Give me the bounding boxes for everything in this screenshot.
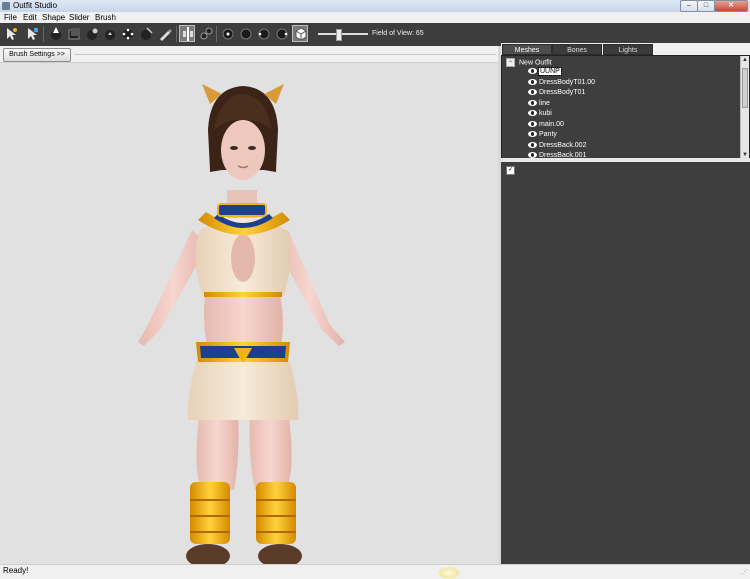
mesh-item[interactable]: DressBodyT01.00 — [528, 78, 595, 88]
view-front-icon[interactable] — [220, 26, 236, 42]
status-bar: Ready! ⋰ — [0, 564, 750, 579]
outfit-model-render — [138, 84, 345, 564]
toolbar-separator — [176, 26, 177, 42]
tab-lights[interactable]: Lights — [603, 44, 653, 55]
maximize-button[interactable]: □ — [697, 0, 715, 12]
toolbar-separator — [216, 26, 217, 42]
toolbar-separator — [43, 26, 44, 42]
mesh-tree: − New Outfit UUNP DressBodyT01.00 DressBo… — [501, 55, 750, 160]
visibility-eye-icon[interactable] — [528, 110, 537, 117]
minimize-button[interactable]: – — [680, 0, 698, 12]
scroll-up-icon[interactable]: ▲ — [741, 56, 749, 64]
mesh-name: Panty — [539, 131, 557, 138]
transform-tool-icon[interactable] — [24, 26, 40, 42]
view-right-icon[interactable] — [274, 26, 290, 42]
3d-viewport[interactable] — [0, 46, 498, 564]
field-of-view-slider-thumb[interactable] — [336, 29, 343, 41]
scrollbar-thumb[interactable] — [742, 68, 748, 108]
visibility-eye-icon[interactable] — [528, 121, 537, 128]
menu-slider[interactable]: Slider — [69, 13, 89, 22]
slider-panel — [501, 178, 750, 564]
window-title: Outfit Studio — [13, 1, 58, 10]
mesh-name: UUNP — [538, 67, 562, 76]
brush-color-icon[interactable] — [157, 26, 173, 42]
mirror-x-icon[interactable] — [179, 25, 195, 42]
close-button[interactable]: ✕ — [714, 0, 748, 12]
menu-brush[interactable]: Brush — [95, 13, 116, 22]
resize-grip-icon[interactable]: ⋰ — [741, 568, 748, 576]
tab-bones[interactable]: Bones — [552, 44, 602, 55]
menu-file[interactable]: File — [4, 13, 17, 22]
mesh-item[interactable]: main.00 — [528, 120, 564, 130]
visibility-eye-icon[interactable] — [528, 68, 537, 75]
slider-toggle-checkbox[interactable]: ✓ — [506, 166, 515, 175]
slider-panel-header: ✓ — [501, 162, 750, 179]
mesh-item[interactable]: Panty — [528, 130, 557, 140]
brush-move-icon[interactable] — [102, 26, 118, 42]
brush-inflate-icon[interactable] — [66, 26, 82, 42]
mesh-tree-scrollbar[interactable]: ▲ ▼ — [740, 56, 749, 159]
tree-root-item[interactable]: − New Outfit — [506, 58, 552, 67]
select-tool-icon[interactable] — [3, 26, 19, 42]
brush-deflate-icon[interactable] — [84, 26, 100, 42]
mesh-name: DressBack.002 — [539, 142, 587, 149]
mesh-item[interactable]: UUNP — [528, 67, 562, 77]
mesh-item[interactable]: line — [528, 99, 550, 109]
brush-settings-bar: Brush Settings >> — [0, 46, 498, 63]
mesh-name: main.00 — [539, 121, 564, 128]
cursor-highlight — [438, 567, 460, 579]
menu-shape[interactable]: Shape — [42, 13, 65, 22]
mesh-name: kubi — [539, 110, 552, 117]
view-perspective-icon[interactable] — [292, 25, 308, 42]
view-back-icon[interactable] — [238, 26, 254, 42]
field-of-view-label: Field of View: 65 — [372, 30, 424, 37]
visibility-eye-icon[interactable] — [528, 79, 537, 86]
mesh-name: line — [539, 100, 550, 107]
mesh-item[interactable]: DressBodyT01 — [528, 88, 585, 98]
menu-edit[interactable]: Edit — [23, 13, 37, 22]
app-icon — [2, 2, 10, 10]
menu-bar: File Edit Shape Slider Brush — [0, 12, 750, 23]
brush-settings-divider — [74, 54, 496, 55]
view-left-icon[interactable] — [256, 26, 272, 42]
visibility-eye-icon[interactable] — [528, 89, 537, 96]
mesh-name: DressBodyT01 — [539, 89, 586, 96]
collapse-icon[interactable]: − — [506, 58, 515, 67]
connected-only-icon[interactable] — [198, 26, 214, 42]
tab-meshes[interactable]: Meshes — [502, 44, 552, 55]
status-text: Ready! — [3, 566, 29, 575]
visibility-eye-icon[interactable] — [528, 142, 537, 149]
brush-mask-icon[interactable] — [48, 26, 64, 42]
right-panel-tabs: Meshes Bones Lights — [501, 43, 750, 55]
brush-weight-icon[interactable] — [138, 26, 154, 42]
field-of-view-slider-track[interactable] — [318, 33, 368, 35]
mesh-item[interactable]: kubi — [528, 109, 552, 119]
brush-smooth-icon[interactable] — [120, 26, 136, 42]
visibility-eye-icon[interactable] — [528, 131, 537, 138]
mesh-name: DressBodyT01.00 — [539, 79, 596, 86]
visibility-eye-icon[interactable] — [528, 100, 537, 107]
brush-settings-button[interactable]: Brush Settings >> — [3, 48, 71, 62]
mesh-item[interactable]: DressBack.002 — [528, 141, 586, 151]
tree-root-label: New Outfit — [519, 59, 552, 67]
